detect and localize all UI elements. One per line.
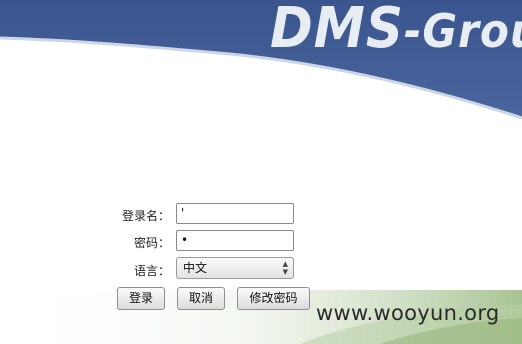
language-label: 语言： — [134, 264, 171, 278]
password-field[interactable]: • — [176, 230, 294, 251]
password-label: 密码： — [134, 236, 171, 250]
username-label: 登录名： — [122, 209, 171, 223]
brand-secondary: -Grou — [403, 4, 522, 58]
watermark-text: www.wooyun.org — [316, 301, 500, 325]
cancel-button[interactable]: 取消 — [177, 287, 225, 310]
language-select[interactable]: 中文 ▲ ▼ — [176, 257, 294, 279]
brand-primary: DMS — [270, 0, 404, 61]
language-selected-value: 中文 — [183, 261, 208, 275]
change-password-button[interactable]: 修改密码 — [237, 287, 310, 310]
username-field[interactable]: ' — [176, 203, 294, 224]
login-button[interactable]: 登录 — [117, 287, 165, 310]
select-arrows-icon: ▲ ▼ — [282, 260, 288, 276]
brand-logo: DMS-Grou — [270, 0, 522, 61]
